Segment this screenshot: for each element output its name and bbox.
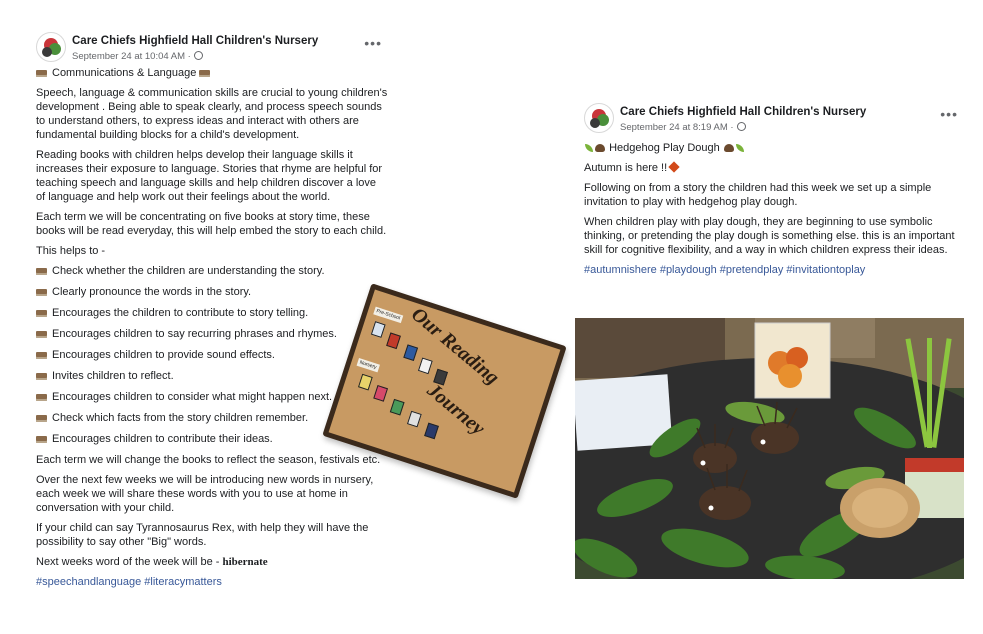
more-options-icon[interactable]: •••: [364, 36, 382, 50]
post-paragraph: Speech, language & communication skills …: [36, 87, 388, 141]
word-of-week-line: Next weeks word of the week will be - hi…: [36, 556, 268, 568]
herb-emoji-icon: [735, 144, 744, 152]
page-avatar[interactable]: [36, 32, 66, 62]
hedgehog-emoji-icon: [723, 144, 734, 152]
books-emoji-icon: [36, 436, 47, 443]
page-name-link[interactable]: Care Chiefs Highfield Hall Children's Nu…: [620, 105, 866, 119]
post-paragraph: When children play with play dough, they…: [584, 216, 955, 256]
books-emoji-icon: [36, 310, 47, 317]
post-timestamp[interactable]: September 24 at 8:19 AM ·: [620, 121, 747, 135]
books-emoji-icon: [36, 70, 47, 77]
mini-book: [433, 368, 448, 386]
hedgehog-emoji-icon: [595, 144, 605, 152]
books-emoji-icon: [36, 394, 47, 401]
herb-emoji-icon: [585, 144, 593, 152]
cork-board: Our Reading Journey Pre-School Nursery: [322, 283, 567, 499]
reading-journey-photo[interactable]: Our Reading Journey Pre-School Nursery: [322, 281, 567, 501]
page-avatar[interactable]: [584, 103, 614, 133]
books-emoji-icon: [36, 331, 47, 338]
board-tag: Pre-School: [373, 306, 404, 324]
books-emoji-icon: [36, 352, 47, 359]
mini-book: [386, 332, 401, 350]
photo-illustration: [575, 318, 964, 579]
post-paragraph: If your child can say Tyrannosaurus Rex,…: [36, 522, 369, 548]
mini-book: [403, 344, 419, 362]
more-options-icon[interactable]: •••: [940, 107, 958, 121]
maple-leaf-emoji-icon: [668, 161, 680, 173]
post-paragraph: Each term we will be concentrating on fi…: [36, 211, 387, 237]
post-right: Care Chiefs Highfield Hall Children's Nu…: [584, 101, 964, 283]
mini-book: [424, 422, 439, 440]
bullet-item: Check whether the children are understan…: [36, 264, 388, 278]
post-header: Care Chiefs Highfield Hall Children's Nu…: [36, 30, 388, 66]
page-name-link[interactable]: Care Chiefs Highfield Hall Children's Nu…: [72, 34, 318, 48]
mini-book: [389, 398, 405, 416]
hashtags-link[interactable]: #speechandlanguage #literacymatters: [36, 575, 388, 589]
mini-book: [373, 385, 389, 402]
mini-book: [357, 373, 373, 391]
word-of-week: hibernate: [222, 556, 268, 568]
post-paragraph: Following on from a story the children h…: [584, 182, 932, 208]
globe-icon: [737, 122, 747, 131]
books-emoji-icon: [199, 70, 211, 77]
post-paragraph: Reading books with children helps develo…: [36, 149, 383, 203]
autumn-line: Autumn is here !!: [584, 161, 964, 175]
post-heading: Communications & Language: [36, 66, 388, 80]
post-heading: Hedgehog Play Dough: [584, 141, 964, 155]
books-emoji-icon: [36, 415, 47, 422]
mini-book: [406, 410, 422, 428]
books-emoji-icon: [36, 373, 47, 380]
globe-icon: [194, 51, 204, 60]
mini-book: [417, 357, 433, 375]
board-tag: Nursery: [356, 357, 380, 373]
hedgehog-playdough-photo[interactable]: [575, 318, 964, 579]
hashtags-link[interactable]: #autumnishere #playdough #pretendplay #i…: [584, 263, 964, 277]
post-timestamp[interactable]: September 24 at 10:04 AM ·: [72, 50, 204, 64]
books-emoji-icon: [36, 289, 47, 296]
post-paragraph: This helps to -: [36, 245, 106, 257]
mini-book: [370, 321, 386, 338]
books-emoji-icon: [36, 268, 47, 275]
board-title: Our Reading: [407, 303, 504, 390]
post-header: Care Chiefs Highfield Hall Children's Nu…: [584, 101, 964, 137]
